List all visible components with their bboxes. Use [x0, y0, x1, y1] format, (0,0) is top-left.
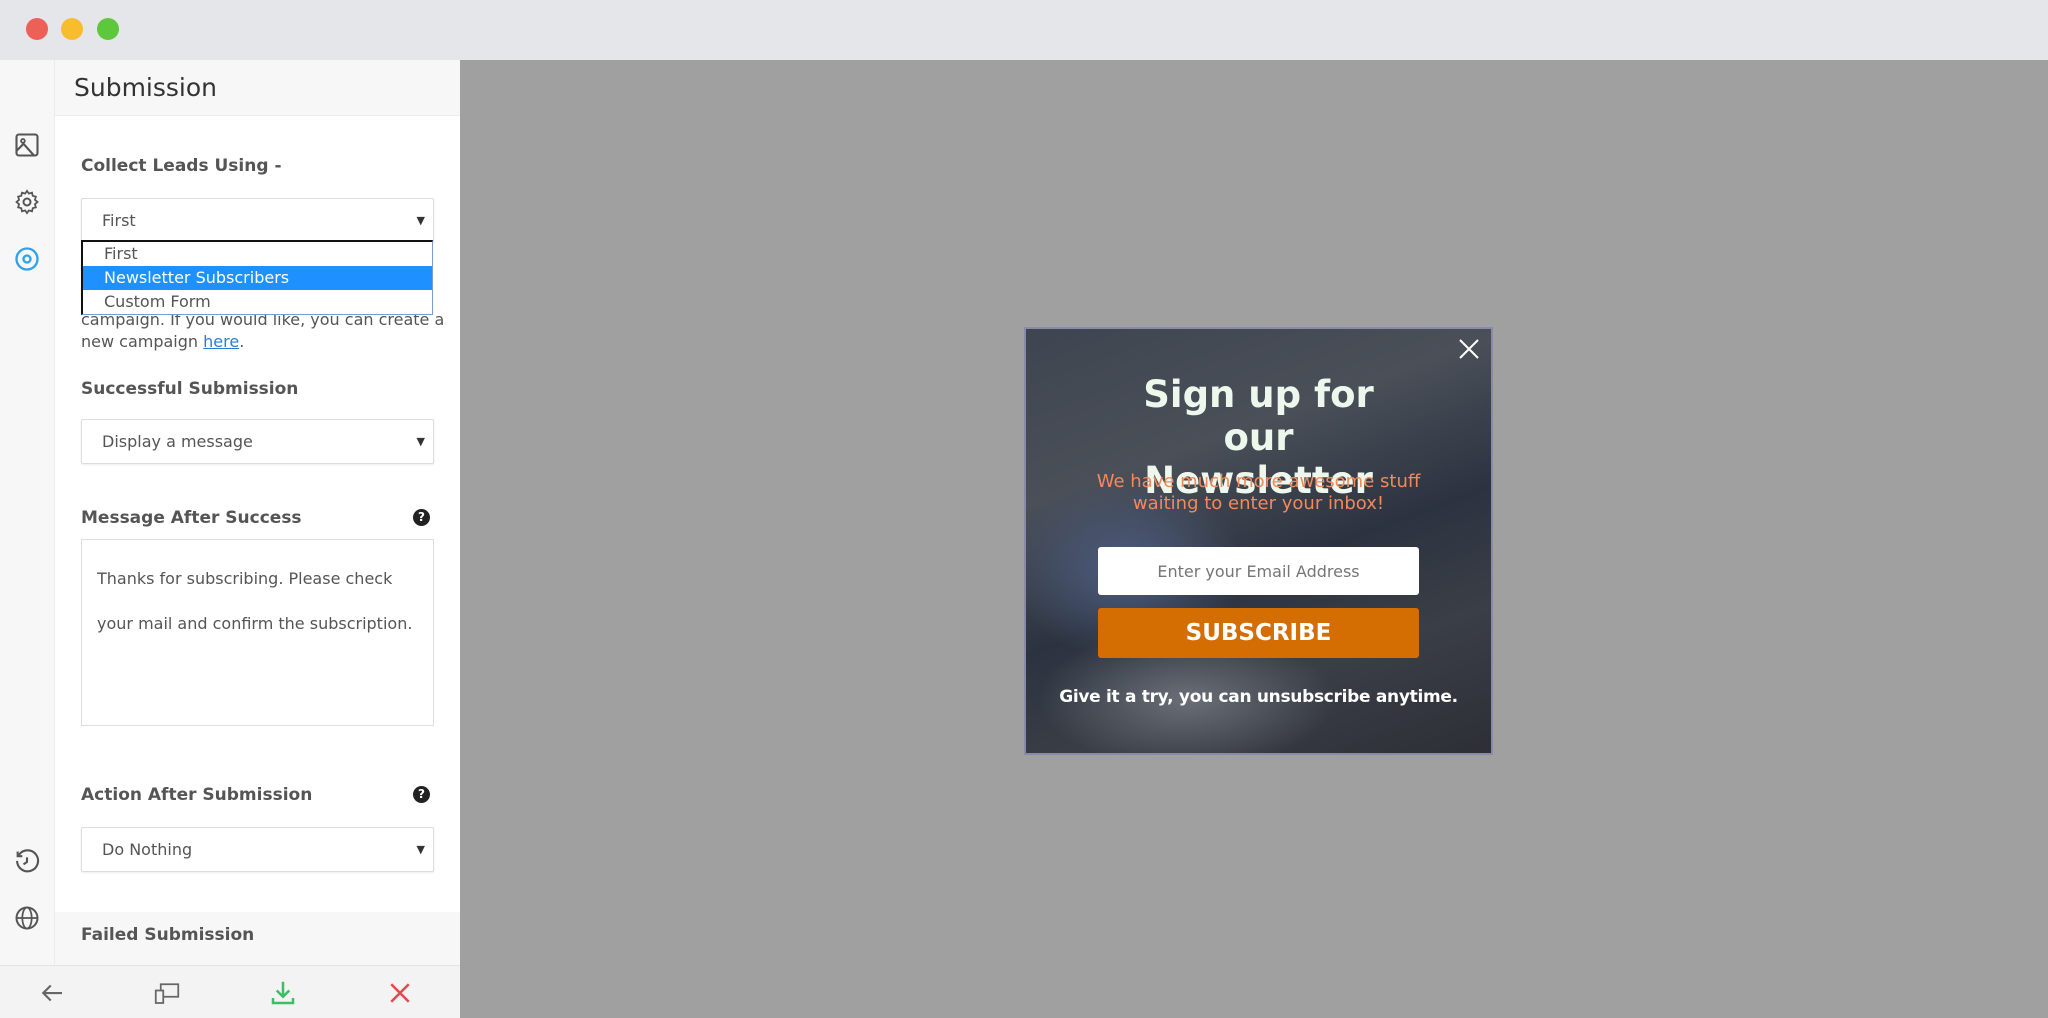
dropdown-option-newsletter-subscribers[interactable]: Newsletter Subscribers — [83, 266, 432, 290]
period: . — [239, 332, 245, 351]
responsive-devices-icon[interactable] — [152, 978, 182, 1008]
history-icon[interactable] — [13, 848, 41, 876]
window-titlebar — [0, 0, 2048, 60]
collect-leads-dropdown-list: First Newsletter Subscribers Custom Form — [81, 240, 433, 315]
help-icon[interactable]: ? — [413, 786, 430, 803]
panel-title: Submission — [55, 60, 460, 116]
campaign-text-line: new campaign — [81, 332, 204, 351]
message-after-success-label: Message After Success — [81, 508, 302, 528]
collect-leads-value: First — [102, 211, 136, 230]
chevron-down-icon: ▼ — [416, 214, 425, 227]
message-after-success-textarea[interactable]: Thanks for subscribing. Please check you… — [81, 539, 434, 726]
settings-panel: Submission Collect Leads Using - First ▼ … — [55, 60, 460, 965]
close-icon[interactable] — [1457, 337, 1481, 361]
download-icon[interactable] — [268, 978, 298, 1008]
successful-submission-label: Successful Submission — [81, 379, 299, 399]
window-minimize-button[interactable] — [61, 18, 83, 40]
popup-subtitle: We have much more awesome stuff waiting … — [1096, 471, 1421, 514]
failed-submission-label: Failed Submission — [81, 925, 255, 945]
email-input[interactable] — [1098, 547, 1419, 595]
image-icon[interactable] — [13, 131, 41, 159]
successful-submission-value: Display a message — [102, 432, 253, 451]
window-maximize-button[interactable] — [97, 18, 119, 40]
action-after-submission-label: Action After Submission — [81, 785, 313, 805]
successful-submission-select[interactable]: Display a message ▼ — [81, 419, 434, 464]
dropdown-option-custom-form[interactable]: Custom Form — [83, 290, 432, 314]
collect-leads-label: Collect Leads Using - — [81, 156, 282, 176]
help-icon[interactable]: ? — [413, 509, 430, 526]
action-after-submission-value: Do Nothing — [102, 840, 193, 859]
gear-icon[interactable] — [13, 188, 41, 216]
window-close-button[interactable] — [26, 18, 48, 40]
arrow-left-icon[interactable] — [37, 978, 67, 1008]
failed-submission-section[interactable]: Failed Submission — [55, 912, 460, 965]
newsletter-popup-preview: Sign up for our Newsletter We have much … — [1024, 327, 1493, 755]
chevron-down-icon: ▼ — [416, 435, 425, 448]
target-icon[interactable] — [13, 245, 41, 273]
dropdown-option-first[interactable]: First — [83, 242, 432, 266]
bottom-toolbar — [0, 965, 460, 1018]
popup-footer-text: Give it a try, you can unsubscribe anyti… — [1059, 687, 1458, 707]
subscribe-button[interactable]: SUBSCRIBE — [1098, 608, 1419, 658]
create-campaign-link[interactable]: here — [203, 332, 239, 351]
chevron-down-icon: ▼ — [416, 843, 425, 856]
globe-icon[interactable] — [13, 904, 41, 932]
action-after-submission-select[interactable]: Do Nothing ▼ — [81, 827, 434, 872]
collect-leads-select[interactable]: First ▼ — [81, 198, 434, 243]
icon-rail — [0, 60, 55, 965]
close-icon[interactable] — [385, 978, 415, 1008]
campaign-help-text: campaign. If you would like, you can cre… — [81, 309, 444, 353]
